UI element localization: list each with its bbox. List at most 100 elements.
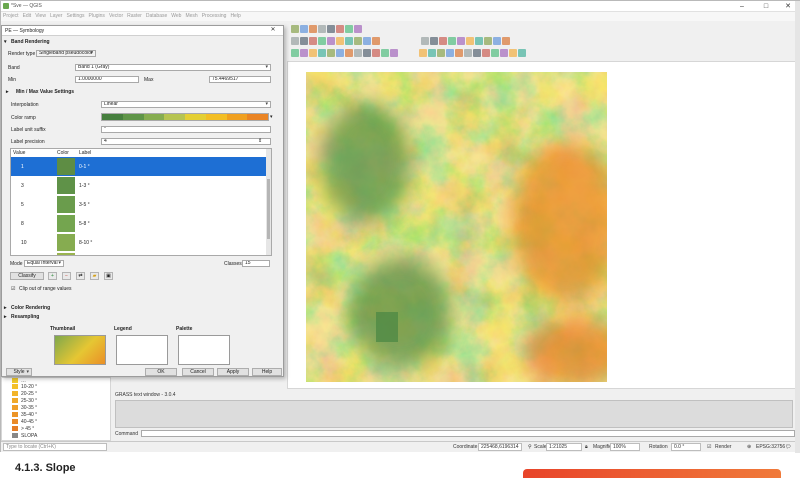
toolbar-tool-icon[interactable] [354, 49, 362, 57]
layer-legend-item[interactable]: 20-25 ° [12, 391, 37, 398]
lock-icon[interactable]: 🔒︎ [585, 444, 588, 450]
table-row[interactable]: 3 1-3 ° [11, 176, 267, 195]
layer-legend-item[interactable]: > 45 ° [12, 426, 34, 433]
toolbar-tool-icon[interactable] [430, 37, 438, 45]
toolbar-tool-icon[interactable] [518, 49, 526, 57]
menu-item-plugins[interactable]: Plugins [87, 12, 107, 20]
toolbar-tool-icon[interactable] [448, 37, 456, 45]
render-checkbox[interactable]: ☑ [707, 444, 711, 450]
toolbar-tool-icon[interactable] [502, 37, 510, 45]
toolbar-tool-icon[interactable] [372, 49, 380, 57]
toolbar-tool-icon[interactable] [473, 49, 481, 57]
classes-spinbox[interactable]: 15 [242, 260, 270, 267]
row-color-swatch[interactable] [57, 177, 75, 194]
toolbar-tool-icon[interactable] [466, 37, 474, 45]
remove-class-icon[interactable]: − [62, 272, 71, 280]
toolbar-tool-icon[interactable] [318, 25, 326, 33]
menu-item-web[interactable]: Web [169, 12, 183, 20]
label-precision-spinbox[interactable]: 4 [101, 138, 271, 145]
toolbar-tool-icon[interactable] [500, 49, 508, 57]
row-color-swatch[interactable] [57, 215, 75, 232]
color-ramp-select[interactable] [101, 113, 269, 121]
toolbar-tool-icon[interactable] [336, 49, 344, 57]
maximize-button[interactable]: □ [755, 1, 777, 12]
cancel-button[interactable]: Cancel [182, 368, 214, 376]
messages-icon[interactable]: 💬︎ [785, 444, 791, 450]
row-label[interactable]: 0-1 ° [79, 164, 90, 170]
row-label[interactable]: 5-8 ° [79, 221, 90, 227]
band-rendering-header[interactable]: Band Rendering [11, 39, 50, 45]
toolbar-tool-icon[interactable] [419, 49, 427, 57]
toolbar-tool-icon[interactable] [363, 49, 371, 57]
rotation-field[interactable]: 0.0 ° [671, 443, 701, 451]
precision-spinner-icon[interactable]: ⇕ [258, 138, 262, 144]
toolbar-tool-icon[interactable] [345, 37, 353, 45]
menu-item-layer[interactable]: Layer [48, 12, 65, 20]
toolbar-tool-icon[interactable] [475, 37, 483, 45]
locator-search-input[interactable]: Type to locate (Ctrl+K) [3, 443, 107, 451]
classify-button[interactable]: Classify [10, 272, 44, 280]
toolbar-tool-icon[interactable] [354, 37, 362, 45]
resampling-toggle-icon[interactable]: ▸ [4, 314, 7, 320]
add-class-icon[interactable]: + [48, 272, 57, 280]
row-color-swatch[interactable] [57, 253, 75, 255]
toolbar-tool-icon[interactable] [354, 25, 362, 33]
toolbar-tool-icon[interactable] [390, 49, 398, 57]
apply-button[interactable]: Apply [217, 368, 249, 376]
toolbar-tool-icon[interactable] [327, 25, 335, 33]
toolbar-tool-icon[interactable] [327, 49, 335, 57]
resampling-header[interactable]: Resampling [11, 314, 39, 320]
table-row[interactable]: 5 3-5 ° [11, 195, 267, 214]
color-rendering-toggle-icon[interactable]: ▸ [4, 305, 7, 311]
render-type-select[interactable]: Singleband pseudocolor [36, 50, 96, 57]
style-button[interactable]: Style [6, 368, 32, 376]
table-header-color[interactable]: Color [57, 150, 69, 156]
row-value[interactable]: 5 [21, 202, 24, 208]
promo-banner[interactable] [523, 469, 781, 478]
menu-item-help[interactable]: Help [228, 12, 242, 20]
load-colormap-icon[interactable]: ▰ [90, 272, 99, 280]
magnifier-field[interactable]: 100% [610, 443, 640, 451]
menu-item-processing[interactable]: Processing [200, 12, 229, 20]
toolbar-tool-icon[interactable] [372, 37, 380, 45]
row-label[interactable]: 8-10 ° [79, 240, 92, 246]
slope-raster-map[interactable] [306, 72, 607, 382]
toolbar-tool-icon[interactable] [381, 49, 389, 57]
row-color-swatch[interactable] [57, 196, 75, 213]
toolbar-tool-icon[interactable] [336, 25, 344, 33]
toolbar-tool-icon[interactable] [309, 37, 317, 45]
row-value[interactable]: 8 [21, 221, 24, 227]
layer-legend-item[interactable]: 35-40 ° [12, 412, 37, 419]
scale-field[interactable]: 1:21025 [546, 443, 582, 451]
scrollbar-thumb[interactable] [267, 179, 270, 239]
toolbar-tool-icon[interactable] [345, 49, 353, 57]
menu-item-mesh[interactable]: Mesh [183, 12, 199, 20]
mode-select[interactable]: Equal Interval [24, 260, 64, 267]
menu-item-raster[interactable]: Raster [125, 12, 144, 20]
color-ramp-dropdown-icon[interactable]: ▾ [270, 114, 273, 120]
toolbar-tool-icon[interactable] [345, 25, 353, 33]
map-canvas[interactable] [287, 61, 799, 389]
clip-checkbox[interactable]: ☑ [11, 286, 15, 292]
color-rendering-header[interactable]: Color Rendering [11, 305, 50, 311]
toolbar-tool-icon[interactable] [421, 37, 429, 45]
row-label[interactable]: 1-3 ° [79, 183, 90, 189]
table-header-value[interactable]: Value [13, 150, 25, 156]
table-row[interactable] [11, 252, 267, 255]
toolbar-tool-icon[interactable] [509, 49, 517, 57]
coordinate-field[interactable]: 225468,6196314 [478, 443, 522, 451]
dialog-close-button[interactable]: ✕ [262, 25, 284, 36]
toolbar-tool-icon[interactable] [309, 25, 317, 33]
color-classes-table[interactable]: Value Color Label 1 0-1 ° 3 1-3 ° 5 3-5 ° 8 5-8… [10, 148, 272, 256]
layer-legend-item[interactable]: 40-45 ° [12, 419, 37, 426]
menu-item-edit[interactable]: Edit [21, 12, 34, 20]
toolbar-tool-icon[interactable] [336, 37, 344, 45]
max-input[interactable]: 75.4469517 [209, 76, 271, 83]
help-button[interactable]: Help [252, 368, 282, 376]
table-row[interactable]: 10 8-10 ° [11, 233, 267, 252]
band-select[interactable]: Band 1 (Gray) [75, 64, 271, 71]
save-colormap-icon[interactable]: ▣ [104, 272, 113, 280]
layer-legend-item[interactable]: 25-30 ° [12, 398, 37, 405]
layer-legend-item[interactable]: SLOPA [12, 433, 37, 440]
menu-item-vector[interactable]: Vector [107, 12, 125, 20]
